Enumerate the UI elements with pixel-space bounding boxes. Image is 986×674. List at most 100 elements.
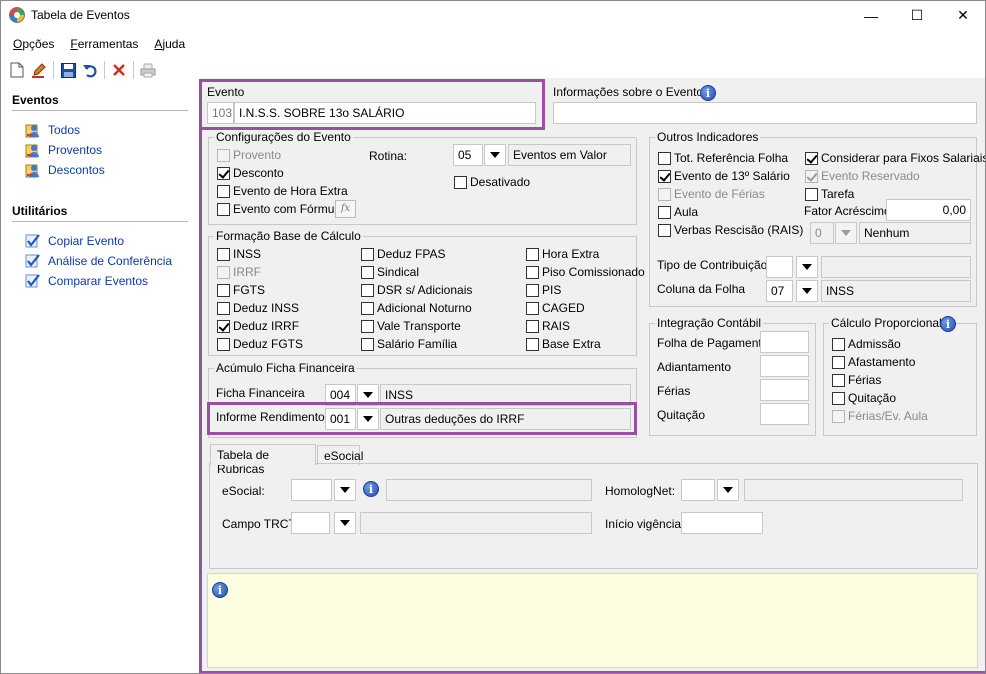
info-icon[interactable]: i (700, 85, 716, 101)
base-deduz-irrf-checkbox[interactable]: Deduz IRRF (217, 319, 299, 333)
esocial-code-field[interactable] (291, 479, 332, 501)
sidebar-utilitarios-title: Utilitários (12, 204, 68, 218)
base-base-extra-checkbox[interactable]: Base Extra (526, 337, 601, 351)
tarefa-checkbox[interactable]: Tarefa (805, 187, 854, 201)
verbas-code-field[interactable]: 0 (810, 222, 834, 244)
minimize-button[interactable]: — (848, 0, 894, 31)
tab-join (211, 462, 315, 465)
base-adicional-noturno-checkbox[interactable]: Adicional Noturno (361, 301, 472, 315)
sidebar-item-descontos[interactable]: Descontos (25, 162, 105, 178)
rotina-code-field[interactable]: 05 (453, 144, 483, 166)
homolognet-code-field[interactable] (681, 479, 715, 501)
proporcional-4-checkbox[interactable]: Férias/Ev. Aula (832, 409, 928, 423)
base-deduz-fgts-checkbox[interactable]: Deduz FGTS (217, 337, 303, 351)
new-document-icon[interactable] (6, 59, 28, 81)
app-icon (9, 7, 25, 23)
rotina-dropdown-button[interactable] (484, 144, 506, 166)
evento13-checkbox[interactable]: Evento de 13º Salário (658, 169, 790, 183)
base-rais-checkbox[interactable]: RAIS (526, 319, 570, 333)
menu-ajuda[interactable]: Ajuda (146, 33, 193, 55)
trct-dropdown-button[interactable] (334, 512, 356, 534)
maximize-button[interactable]: ☐ (894, 0, 940, 31)
highlight-main-left (199, 79, 202, 674)
base-piso-comissionado-checkbox[interactable]: Piso Comissionado (526, 265, 645, 279)
base-sindical-checkbox[interactable]: Sindical (361, 265, 419, 279)
proporcional-3-checkbox[interactable]: Quitação (832, 391, 896, 405)
sidebar-item-comparar-eventos[interactable]: Comparar Eventos (25, 273, 148, 289)
tipo-dropdown-button[interactable] (796, 256, 818, 278)
save-icon[interactable] (57, 59, 79, 81)
folha-pagamento-field[interactable] (760, 331, 809, 353)
base-deduz-fpas-checkbox[interactable]: Deduz FPAS (361, 247, 445, 261)
print-icon[interactable] (137, 59, 159, 81)
proporcional-1-checkbox[interactable]: Afastamento (832, 355, 915, 369)
considerar-checkbox[interactable]: Considerar para Fixos Salariais (805, 151, 986, 165)
coluna-dropdown-button[interactable] (796, 280, 818, 302)
tipo-code-field[interactable] (766, 256, 793, 278)
edit-icon[interactable] (28, 59, 50, 81)
trct-code-field[interactable] (291, 512, 330, 534)
info-icon[interactable]: i (940, 316, 956, 332)
sidebar-item-copiar-evento[interactable]: Copiar Evento (25, 233, 124, 249)
sidebar-item-todos[interactable]: Todos (25, 122, 80, 138)
undo-icon[interactable] (79, 59, 101, 81)
menu-opcoes[interactable]: Opções (0, 33, 62, 55)
base-deduz-inss-checkbox[interactable]: Deduz INSS (217, 301, 299, 315)
sidebar-item-proventos[interactable]: Proventos (25, 142, 102, 158)
hora-extra-checkbox[interactable]: Evento de Hora Extra (217, 184, 348, 198)
provento-checkbox[interactable]: Provento (217, 148, 281, 162)
base-sal-rio-fam-lia-checkbox[interactable]: Salário Família (361, 337, 457, 351)
info-icon[interactable]: i (363, 481, 379, 497)
formula-checkbox[interactable]: Evento com Fórmula (217, 202, 344, 216)
sidebar-item-analise-conferencia[interactable]: Análise de Conferência (25, 253, 172, 269)
close-button[interactable]: ✕ (940, 0, 986, 31)
homolognet-dropdown-button[interactable] (717, 479, 739, 501)
aula-checkbox[interactable]: Aula (658, 205, 698, 219)
delete-icon[interactable] (108, 59, 130, 81)
tot-ref-checkbox[interactable]: Tot. Referência Folha (658, 151, 788, 165)
ficha-label: Ficha Financeira (216, 386, 305, 400)
close-icon: ✕ (957, 7, 969, 23)
rotina-label: Rotina: (369, 149, 408, 163)
desconto-checkbox[interactable]: Desconto (217, 166, 284, 180)
sidebar-item-label: Copiar Evento (48, 234, 125, 248)
quitacao-contabil-field[interactable] (760, 403, 809, 425)
proporcional-2-checkbox[interactable]: Férias (832, 373, 881, 387)
verbas-dropdown-button[interactable] (835, 222, 857, 244)
base-caged-checkbox[interactable]: CAGED (526, 301, 585, 315)
notes-panel (207, 573, 978, 668)
reservado-checkbox[interactable]: Evento Reservado (805, 169, 920, 183)
menu-ferramentas[interactable]: Ferramentas (62, 33, 146, 55)
esocial-dropdown-button[interactable] (334, 479, 356, 501)
verbas-checkbox[interactable]: Verbas Rescisão (RAIS) (658, 223, 803, 237)
base-dsr-s-adicionais-checkbox[interactable]: DSR s/ Adicionais (361, 283, 472, 297)
base-inss-checkbox[interactable]: INSS (217, 247, 261, 261)
inicio-vigencia-label: Início vigência: (605, 517, 685, 531)
desativado-checkbox[interactable]: Desativado (454, 175, 530, 189)
toolbar-separator (104, 61, 105, 79)
fator-field[interactable]: 0,00 (886, 199, 971, 221)
maximize-icon: ☐ (910, 7, 924, 23)
base-vale-transporte-checkbox[interactable]: Vale Transporte (361, 319, 461, 333)
formula-button[interactable]: fx (335, 200, 356, 218)
inicio-vigencia-field[interactable] (681, 512, 763, 534)
base-pis-checkbox[interactable]: PIS (526, 283, 561, 297)
info-icon: i (212, 582, 228, 598)
info-evento-field[interactable] (553, 102, 977, 124)
base-fgts-checkbox[interactable]: FGTS (217, 283, 265, 297)
sidebar-item-label: Análise de Conferência (48, 254, 173, 268)
adiantamento-label: Adiantamento (657, 360, 732, 374)
esocial-label: eSocial: (222, 484, 265, 498)
sidebar-divider (12, 221, 188, 222)
ferias-checkbox[interactable]: Evento de Férias (658, 187, 765, 201)
adiantamento-field[interactable] (760, 355, 809, 377)
tab-esocial[interactable]: eSocial (317, 445, 363, 465)
integracao-title: Integração Contábil (655, 316, 764, 330)
highlight-evento (199, 79, 545, 130)
proporcional-0-checkbox[interactable]: Admissão (832, 337, 901, 351)
homolognet-desc-field (744, 479, 963, 501)
base-hora-extra-checkbox[interactable]: Hora Extra (526, 247, 599, 261)
ferias-contabil-field[interactable] (760, 379, 809, 401)
coluna-code-field[interactable]: 07 (766, 280, 793, 302)
base-irrf-checkbox[interactable]: IRRF (217, 265, 261, 279)
